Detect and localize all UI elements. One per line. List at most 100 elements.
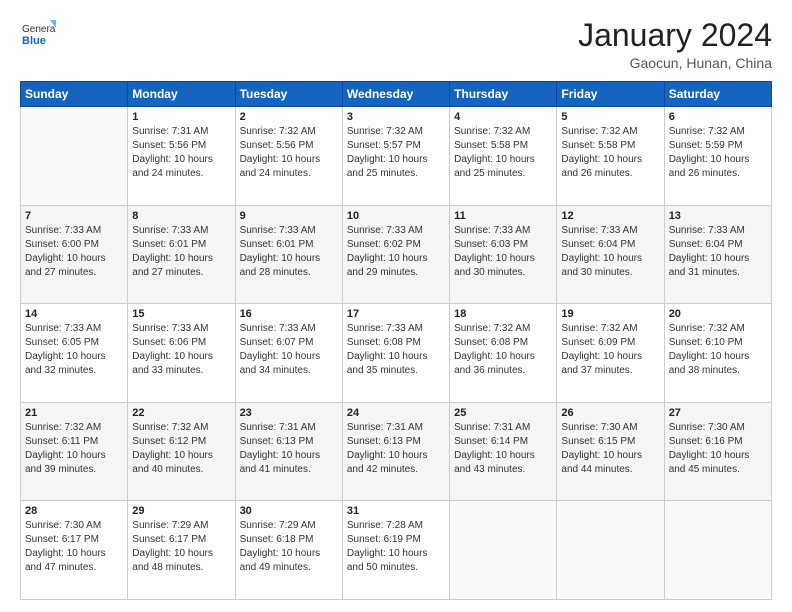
day-number: 27 xyxy=(669,407,767,419)
svg-text:General: General xyxy=(22,24,56,35)
day-info: Sunrise: 7:33 AMSunset: 6:07 PMDaylight:… xyxy=(240,322,338,378)
day-cell: 6Sunrise: 7:32 AMSunset: 5:59 PMDaylight… xyxy=(664,107,771,206)
day-number: 28 xyxy=(25,505,123,517)
day-info: Sunrise: 7:32 AMSunset: 6:10 PMDaylight:… xyxy=(669,322,767,378)
week-row-5: 28 Sunrise: 7:30 AMSunset: 6:17 PMDayligh… xyxy=(21,501,772,600)
day-cell: 10 Sunrise: 7:33 AMSunset: 6:02 PMDayligh… xyxy=(342,205,449,304)
col-header-tuesday: Tuesday xyxy=(235,82,342,107)
week-row-4: 21 Sunrise: 7:32 AMSunset: 6:11 PMDayligh… xyxy=(21,402,772,501)
day-number: 13 xyxy=(669,210,767,222)
week-row-1: 1 Sunrise: 7:31 AMSunset: 5:56 PMDaylight… xyxy=(21,107,772,206)
day-number: 6 xyxy=(669,111,767,123)
day-info: Sunrise: 7:32 AMSunset: 5:58 PMDaylight:… xyxy=(561,125,659,181)
day-cell: 13 Sunrise: 7:33 AMSunset: 6:04 PMDayligh… xyxy=(664,205,771,304)
calendar-table: SundayMondayTuesdayWednesdayThursdayFrid… xyxy=(20,81,772,600)
day-cell: 30Sunrise: 7:29 AMSunset: 6:18 PMDayligh… xyxy=(235,501,342,600)
day-number: 19 xyxy=(561,308,659,320)
col-header-saturday: Saturday xyxy=(664,82,771,107)
day-info: Sunrise: 7:33 AMSunset: 6:05 PMDaylight:… xyxy=(25,322,123,378)
day-number: 18 xyxy=(454,308,552,320)
day-info: Sunrise: 7:33 AMSunset: 6:08 PMDaylight:… xyxy=(347,322,445,378)
day-number: 29 xyxy=(132,505,230,517)
title-block: January 2024 Gaocun, Hunan, China xyxy=(578,18,772,71)
main-title: January 2024 xyxy=(578,18,772,53)
day-cell: 28 Sunrise: 7:30 AMSunset: 6:17 PMDayligh… xyxy=(21,501,128,600)
logo: General Blue xyxy=(20,18,56,54)
day-cell: 21 Sunrise: 7:32 AMSunset: 6:11 PMDayligh… xyxy=(21,402,128,501)
col-header-wednesday: Wednesday xyxy=(342,82,449,107)
day-number: 9 xyxy=(240,210,338,222)
day-cell: 3Sunrise: 7:32 AMSunset: 5:57 PMDaylight… xyxy=(342,107,449,206)
page: General Blue January 2024 Gaocun, Hunan,… xyxy=(0,0,792,612)
day-cell: 15Sunrise: 7:33 AMSunset: 6:06 PMDayligh… xyxy=(128,304,235,403)
day-number: 16 xyxy=(240,308,338,320)
day-number: 31 xyxy=(347,505,445,517)
day-cell: 23Sunrise: 7:31 AMSunset: 6:13 PMDayligh… xyxy=(235,402,342,501)
day-number: 12 xyxy=(561,210,659,222)
day-number: 4 xyxy=(454,111,552,123)
day-info: Sunrise: 7:33 AMSunset: 6:04 PMDaylight:… xyxy=(561,224,659,280)
day-cell: 31Sunrise: 7:28 AMSunset: 6:19 PMDayligh… xyxy=(342,501,449,600)
day-cell: 7 Sunrise: 7:33 AMSunset: 6:00 PMDaylight… xyxy=(21,205,128,304)
day-info: Sunrise: 7:33 AMSunset: 6:02 PMDaylight:… xyxy=(347,224,445,280)
day-number: 23 xyxy=(240,407,338,419)
day-info: Sunrise: 7:31 AMSunset: 5:56 PMDaylight:… xyxy=(132,125,230,181)
day-number: 21 xyxy=(25,407,123,419)
day-cell: 9Sunrise: 7:33 AMSunset: 6:01 PMDaylight… xyxy=(235,205,342,304)
col-header-sunday: Sunday xyxy=(21,82,128,107)
day-number: 25 xyxy=(454,407,552,419)
day-cell: 26Sunrise: 7:30 AMSunset: 6:15 PMDayligh… xyxy=(557,402,664,501)
day-info: Sunrise: 7:33 AMSunset: 6:04 PMDaylight:… xyxy=(669,224,767,280)
day-cell: 16 Sunrise: 7:33 AMSunset: 6:07 PMDayligh… xyxy=(235,304,342,403)
day-cell: 8Sunrise: 7:33 AMSunset: 6:01 PMDaylight… xyxy=(128,205,235,304)
day-cell xyxy=(664,501,771,600)
day-number: 10 xyxy=(347,210,445,222)
day-number: 14 xyxy=(25,308,123,320)
day-cell: 11 Sunrise: 7:33 AMSunset: 6:03 PMDayligh… xyxy=(450,205,557,304)
day-cell: 12 Sunrise: 7:33 AMSunset: 6:04 PMDayligh… xyxy=(557,205,664,304)
logo-icon: General Blue xyxy=(20,18,56,54)
day-number: 3 xyxy=(347,111,445,123)
day-number: 26 xyxy=(561,407,659,419)
day-number: 24 xyxy=(347,407,445,419)
day-cell xyxy=(450,501,557,600)
subtitle: Gaocun, Hunan, China xyxy=(578,55,772,71)
col-header-thursday: Thursday xyxy=(450,82,557,107)
day-cell: 25 Sunrise: 7:31 AMSunset: 6:14 PMDayligh… xyxy=(450,402,557,501)
day-number: 7 xyxy=(25,210,123,222)
day-info: Sunrise: 7:32 AMSunset: 5:58 PMDaylight:… xyxy=(454,125,552,181)
col-header-monday: Monday xyxy=(128,82,235,107)
day-number: 2 xyxy=(240,111,338,123)
day-info: Sunrise: 7:33 AMSunset: 6:03 PMDaylight:… xyxy=(454,224,552,280)
day-number: 1 xyxy=(132,111,230,123)
day-info: Sunrise: 7:29 AMSunset: 6:17 PMDaylight:… xyxy=(132,519,230,575)
day-cell xyxy=(21,107,128,206)
day-number: 5 xyxy=(561,111,659,123)
day-info: Sunrise: 7:32 AMSunset: 6:12 PMDaylight:… xyxy=(132,421,230,477)
day-info: Sunrise: 7:32 AMSunset: 6:09 PMDaylight:… xyxy=(561,322,659,378)
day-cell: 22Sunrise: 7:32 AMSunset: 6:12 PMDayligh… xyxy=(128,402,235,501)
header: General Blue January 2024 Gaocun, Hunan,… xyxy=(20,18,772,71)
day-number: 17 xyxy=(347,308,445,320)
day-cell: 4 Sunrise: 7:32 AMSunset: 5:58 PMDaylight… xyxy=(450,107,557,206)
day-cell: 24 Sunrise: 7:31 AMSunset: 6:13 PMDayligh… xyxy=(342,402,449,501)
day-cell: 17 Sunrise: 7:33 AMSunset: 6:08 PMDayligh… xyxy=(342,304,449,403)
day-info: Sunrise: 7:32 AMSunset: 6:08 PMDaylight:… xyxy=(454,322,552,378)
day-number: 11 xyxy=(454,210,552,222)
day-info: Sunrise: 7:31 AMSunset: 6:14 PMDaylight:… xyxy=(454,421,552,477)
day-info: Sunrise: 7:31 AMSunset: 6:13 PMDaylight:… xyxy=(347,421,445,477)
week-row-3: 14 Sunrise: 7:33 AMSunset: 6:05 PMDayligh… xyxy=(21,304,772,403)
day-cell: 19 Sunrise: 7:32 AMSunset: 6:09 PMDayligh… xyxy=(557,304,664,403)
day-info: Sunrise: 7:30 AMSunset: 6:17 PMDaylight:… xyxy=(25,519,123,575)
day-cell xyxy=(557,501,664,600)
day-number: 15 xyxy=(132,308,230,320)
day-info: Sunrise: 7:33 AMSunset: 6:00 PMDaylight:… xyxy=(25,224,123,280)
day-info: Sunrise: 7:29 AMSunset: 6:18 PMDaylight:… xyxy=(240,519,338,575)
day-cell: 27Sunrise: 7:30 AMSunset: 6:16 PMDayligh… xyxy=(664,402,771,501)
day-cell: 18 Sunrise: 7:32 AMSunset: 6:08 PMDayligh… xyxy=(450,304,557,403)
day-info: Sunrise: 7:32 AMSunset: 6:11 PMDaylight:… xyxy=(25,421,123,477)
day-cell: 14 Sunrise: 7:33 AMSunset: 6:05 PMDayligh… xyxy=(21,304,128,403)
week-row-2: 7 Sunrise: 7:33 AMSunset: 6:00 PMDaylight… xyxy=(21,205,772,304)
col-header-friday: Friday xyxy=(557,82,664,107)
day-cell: 29 Sunrise: 7:29 AMSunset: 6:17 PMDayligh… xyxy=(128,501,235,600)
